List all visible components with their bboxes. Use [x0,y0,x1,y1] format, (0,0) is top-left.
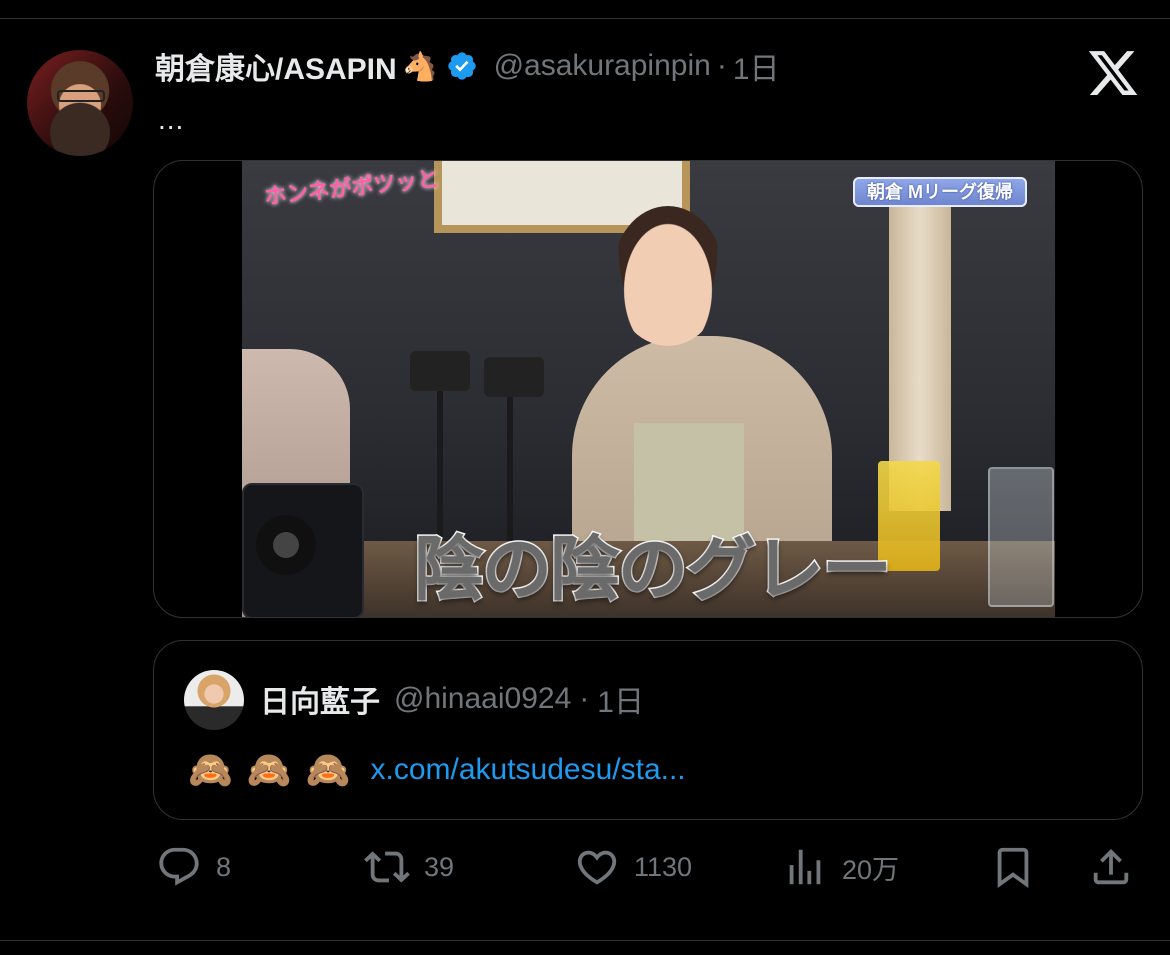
see-no-evil-monkey-icon: 🙈 [305,749,351,790]
quote-link[interactable]: x.com/akutsudesu/sta... [370,753,685,787]
share-button[interactable] [1088,840,1134,894]
quote-tweet-card[interactable]: 日向藍子 @hinaai0924 · 1日 🙈 🙈 🙈 x.com/akutsu… [153,640,1143,820]
see-no-evil-monkey-icon: 🙈 [246,749,292,790]
views-button[interactable]: 20万 [782,840,899,894]
see-no-evil-monkey-icon: 🙈 [188,749,233,790]
quote-author-handle: @hinaai0924 [394,682,572,715]
share-icon [1093,848,1129,885]
verified-badge-icon [447,52,476,80]
like-count: 1130 [634,851,693,882]
quote-author-name: 日向藍子 [260,686,380,719]
author-display-name[interactable]: 朝倉康心/ASAPIN [155,44,397,88]
author-handle[interactable]: @asakurapinpin [494,49,711,83]
bookmark-button[interactable] [990,840,1036,894]
bookmark-icon [997,847,1029,888]
quote-author-avatar[interactable] [184,670,244,730]
video-caption: 陰の陰のグレー [413,527,894,612]
avatar-glasses [57,90,105,102]
quote-header: 日向藍子 @hinaai0924 · 1日 [260,679,644,719]
reply-button[interactable]: 8 [156,840,231,894]
author-avatar[interactable] [27,50,133,156]
horse-emoji-icon: 🐴 [402,50,438,82]
top-divider [0,18,1170,19]
person-head [612,206,724,346]
camera-lens [256,515,316,575]
reply-count: 8 [216,851,232,882]
show-logo: ホンネがポツッと [263,165,441,210]
heart-icon [577,850,617,885]
media-card[interactable]: ホンネがポツッと 朝倉 Mリーグ復帰 陰の陰のグレー [153,160,1143,618]
bottom-divider [0,940,1170,941]
tweet-header: 朝倉康心/ASAPIN 🐴 @asakurapinpin · 1日 [155,44,780,88]
reply-icon [159,847,199,886]
video-thumbnail[interactable]: ホンネがポツッと 朝倉 Mリーグ復帰 陰の陰のグレー [242,161,1055,617]
quote-separator-dot: · [579,682,590,715]
views-count: 20万 [842,854,900,885]
water-glass [988,467,1054,607]
camera-box [242,483,364,617]
views-icon [789,849,821,885]
video-corner-label: 朝倉 Mリーグ復帰 [853,177,1027,207]
like-button[interactable]: 1130 [574,840,692,894]
camera-rig [484,357,544,397]
tweet-actions: 8 39 1130 20万 [0,840,1170,894]
quote-body: 🙈 🙈 🙈 x.com/akutsudesu/sta... [188,749,686,791]
repost-icon [364,851,410,883]
quote-timestamp: 1日 [597,686,644,719]
repost-count: 39 [424,851,455,882]
camera-rig [410,351,470,391]
tweet-timestamp[interactable]: 1日 [733,44,780,88]
tweet-text: ... [158,104,185,135]
x-logo-icon [1088,51,1138,95]
repost-button[interactable]: 39 [364,840,454,894]
separator-dot: · [716,49,727,82]
